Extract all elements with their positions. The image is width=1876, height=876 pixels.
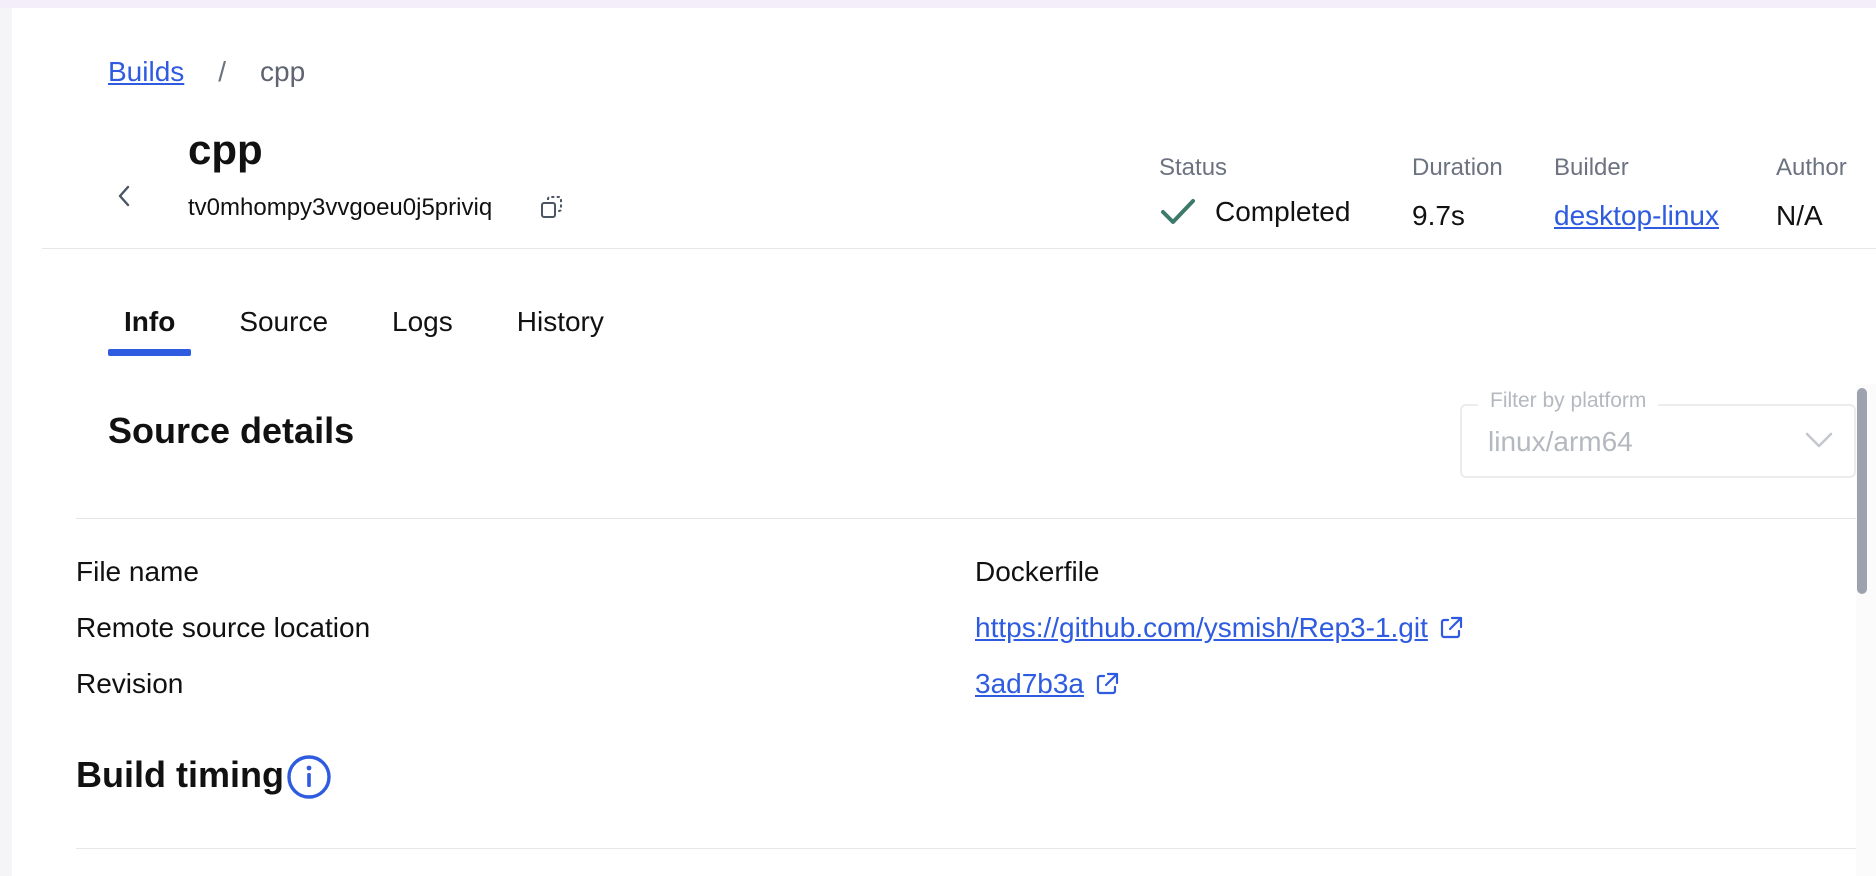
platform-filter-select[interactable]: Filter by platform linux/arm64 xyxy=(1460,389,1856,478)
remote-source-link[interactable]: https://github.com/ysmish/Rep3-1.git xyxy=(975,612,1428,644)
external-link-icon[interactable] xyxy=(1094,671,1120,697)
page-title: cpp xyxy=(188,126,263,173)
left-edge xyxy=(0,8,12,876)
top-bar xyxy=(0,0,1876,8)
breadcrumb: Builds / cpp xyxy=(108,56,305,88)
tab-history[interactable]: History xyxy=(501,300,620,356)
build-timing-title: Build timing xyxy=(76,754,284,795)
header-divider xyxy=(42,248,1876,249)
back-chevron-icon[interactable] xyxy=(112,180,136,212)
author-label: Author xyxy=(1776,154,1847,181)
build-id: tv0mhompy3vvgoeu0j5priviq xyxy=(188,194,493,221)
breadcrumb-builds-link[interactable]: Builds xyxy=(108,56,184,88)
builder-label: Builder xyxy=(1554,154,1629,181)
file-name-label: File name xyxy=(76,556,199,587)
breadcrumb-separator: / xyxy=(218,56,227,87)
source-details-title: Source details xyxy=(108,410,355,451)
info-icon[interactable] xyxy=(286,754,332,800)
tab-bar: Info Source Logs History xyxy=(108,300,652,356)
revision-link[interactable]: 3ad7b3a xyxy=(975,668,1084,700)
chevron-down-icon xyxy=(1805,432,1833,448)
section-divider xyxy=(76,848,1856,849)
builder-link[interactable]: desktop-linux xyxy=(1554,200,1719,232)
scrollbar-thumb[interactable] xyxy=(1857,388,1867,594)
copy-icon[interactable] xyxy=(538,194,566,222)
status-block: Status Completed xyxy=(1159,154,1350,228)
duration-block: Duration 9.7s xyxy=(1412,154,1503,232)
external-link-icon[interactable] xyxy=(1438,615,1464,641)
platform-filter-value: linux/arm64 xyxy=(1488,426,1633,457)
remote-source-label: Remote source location xyxy=(76,612,371,643)
breadcrumb-current: cpp xyxy=(260,56,306,87)
tab-logs[interactable]: Logs xyxy=(376,300,469,356)
builder-block: Builder desktop-linux xyxy=(1554,154,1719,232)
revision-label: Revision xyxy=(76,668,184,699)
build-details-page: Builds / cpp cpp tv0mhompy3vvgoeu0j5priv… xyxy=(0,0,1876,876)
tab-source[interactable]: Source xyxy=(223,300,344,356)
file-name-value: Dockerfile xyxy=(975,556,1100,587)
tab-info[interactable]: Info xyxy=(108,300,192,356)
check-icon xyxy=(1161,199,1195,224)
status-value: Completed xyxy=(1215,196,1351,227)
author-value: N/A xyxy=(1776,200,1823,231)
section-divider xyxy=(76,518,1856,519)
duration-label: Duration xyxy=(1412,154,1503,181)
duration-value: 9.7s xyxy=(1412,200,1465,231)
author-block: Author N/A xyxy=(1776,154,1847,232)
status-label: Status xyxy=(1159,154,1228,181)
platform-filter-label: Filter by platform xyxy=(1478,389,1659,413)
